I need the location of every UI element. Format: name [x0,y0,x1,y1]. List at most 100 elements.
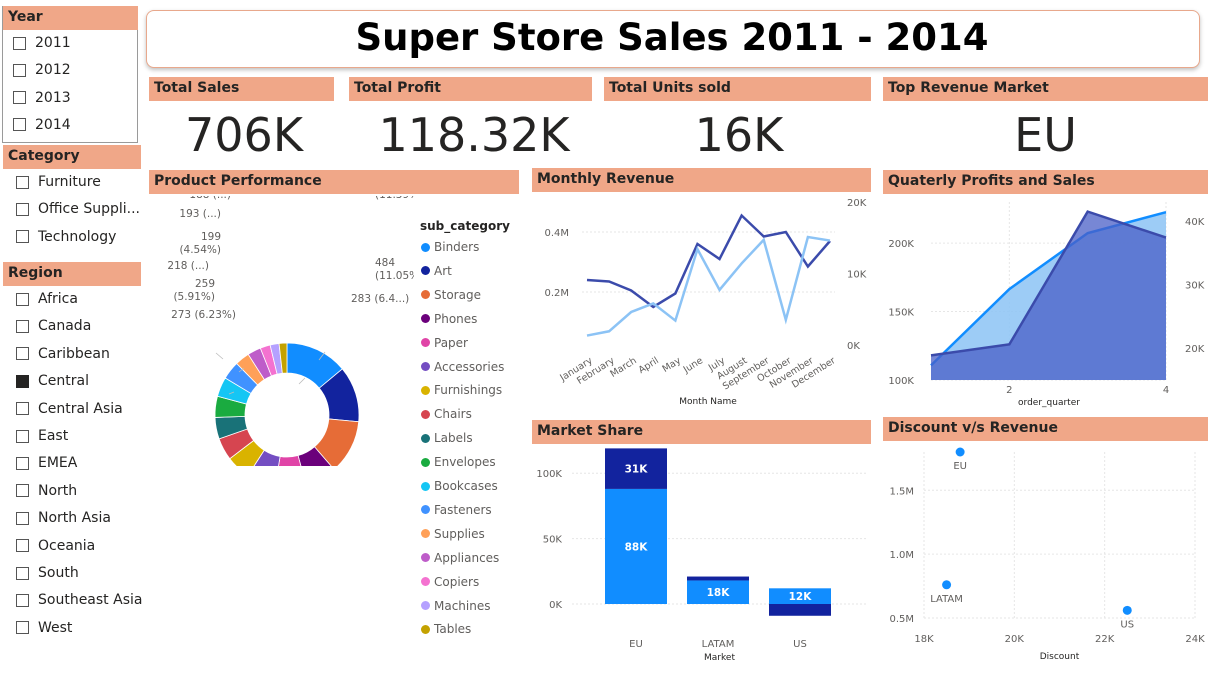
y-tick-label: 150K [888,308,914,319]
region-item[interactable]: Central [16,371,89,391]
legend-item[interactable]: Copiers [421,574,479,590]
legend-item[interactable]: Art [421,263,452,279]
checkbox[interactable] [16,429,29,443]
region-item[interactable]: Caribbean [16,344,110,364]
region-slicer-header: Region [3,262,141,286]
checkbox[interactable] [13,36,26,50]
market-xlabel: Market [704,653,735,663]
checkbox[interactable] [13,118,26,132]
year-item[interactable]: 2014 [13,115,71,135]
total-profit-value: 118.32K [378,108,570,162]
legend-item[interactable]: Phones [421,311,477,327]
checkbox[interactable] [16,566,29,580]
legend-dot [421,409,430,419]
legend-item[interactable]: Furnishings [421,382,502,398]
x-tick-label: LATAM [702,639,735,650]
donut-data-label: (11.05%) [375,270,414,282]
legend-item[interactable]: Tables [421,621,471,637]
legend-item[interactable]: Chairs [421,406,472,422]
leader-line [298,377,306,385]
checkbox[interactable] [16,593,29,607]
discount-revenue-chart[interactable]: 1.5M 1.0M 0.5M18K 20K 22K 24K EU LATAM US [883,442,1208,652]
checkbox[interactable] [16,319,29,333]
total-sales-header: Total Sales [149,77,334,101]
region-item[interactable]: East [16,426,68,446]
category-item[interactable]: Furniture [16,172,101,192]
region-item[interactable]: Canada [16,316,91,336]
checkbox[interactable] [13,91,26,105]
y-tick-label: 1.0M [889,550,914,561]
legend-item[interactable]: Storage [421,287,481,303]
category-item-label: Technology [38,228,117,245]
checkbox[interactable] [16,230,29,244]
donut-data-label: 193 (...) [179,208,221,220]
year-item[interactable]: 2012 [13,60,71,80]
donut-data-label: 218 (...) [167,260,209,272]
region-item-label: Oceania [38,537,96,554]
market-share-chart[interactable]: 100K 50K 0K 88K 31K EU 18K LATAM 12K US [532,446,872,651]
donut-legend-title: sub_category [420,219,510,233]
product-donut-chart[interactable]: 555 (12.67%)499(11.39%)484(11.05%)283 (6… [149,196,414,466]
region-item[interactable]: South [16,563,79,583]
legend-dot [421,338,430,348]
checkbox[interactable] [16,621,29,635]
legend-item[interactable]: Bookcases [421,478,498,494]
legend-label: Machines [434,598,491,613]
checkbox[interactable] [16,175,29,189]
checkbox[interactable] [16,374,29,388]
checkbox[interactable] [13,63,26,77]
category-item[interactable]: Technology [16,227,116,247]
legend-label: Tables [434,622,472,637]
checkbox[interactable] [16,347,29,361]
scatter-point [1122,605,1132,615]
y2-tick-label: 20K [1185,344,1205,355]
legend-item[interactable]: Fasteners [421,502,492,518]
legend-item[interactable]: Supplies [421,526,485,542]
region-item[interactable]: Oceania [16,536,95,556]
region-item-label: Africa [38,291,78,307]
scatter-xlabel: Discount [1039,652,1080,662]
legend-dot [421,624,430,634]
region-item[interactable]: North [16,481,77,501]
legend-dot [421,266,430,276]
legend-label: Furnishings [434,383,503,398]
category-item[interactable]: Office Suppli... [16,199,140,219]
donut-data-label: (5.91%) [173,291,215,303]
region-item-label: Central [38,373,89,390]
checkbox[interactable] [16,202,29,216]
leader-line [215,352,224,360]
checkbox[interactable] [16,511,29,525]
legend-item[interactable]: Paper [421,335,468,351]
product-performance-header: Product Performance [149,170,519,194]
monthly-revenue-chart[interactable]: 0.4M0.2M20K10K0KJanuaryFebruaryMarchApri… [532,192,872,414]
total-profit-header: Total Profit [349,77,592,101]
total-units-value: 16K [694,108,784,162]
legend-dot [421,457,430,467]
region-item[interactable]: Central Asia [16,399,123,419]
legend-item[interactable]: Accessories [421,359,504,375]
donut-data-label: 188 (...) [189,196,231,201]
region-item[interactable]: Africa [16,289,78,309]
region-item[interactable]: Southeast Asia [16,590,142,610]
legend-item[interactable]: Envelopes [421,454,496,470]
y2-tick-label: 40K [1185,217,1205,228]
legend-item[interactable]: Appliances [421,550,499,566]
legend-item[interactable]: Labels [421,430,473,446]
checkbox[interactable] [16,539,29,553]
legend-item[interactable]: Binders [421,239,479,255]
year-item[interactable]: 2011 [13,33,71,53]
region-item[interactable]: West [16,618,72,638]
region-item[interactable]: EMEA [16,453,77,473]
checkbox[interactable] [16,484,29,498]
y2-tick-label: 30K [1185,281,1205,292]
region-item[interactable]: North Asia [16,508,111,528]
legend-label: Supplies [434,526,485,541]
legend-label: Paper [434,335,468,350]
legend-label: Art [434,263,452,278]
checkbox[interactable] [16,402,29,416]
checkbox[interactable] [16,292,29,306]
checkbox[interactable] [16,456,29,470]
quarterly-chart[interactable]: 200K 150K 100K 40K 30K 20K 2 4 [883,194,1208,396]
legend-item[interactable]: Machines [421,598,490,614]
year-item[interactable]: 2013 [13,88,71,108]
